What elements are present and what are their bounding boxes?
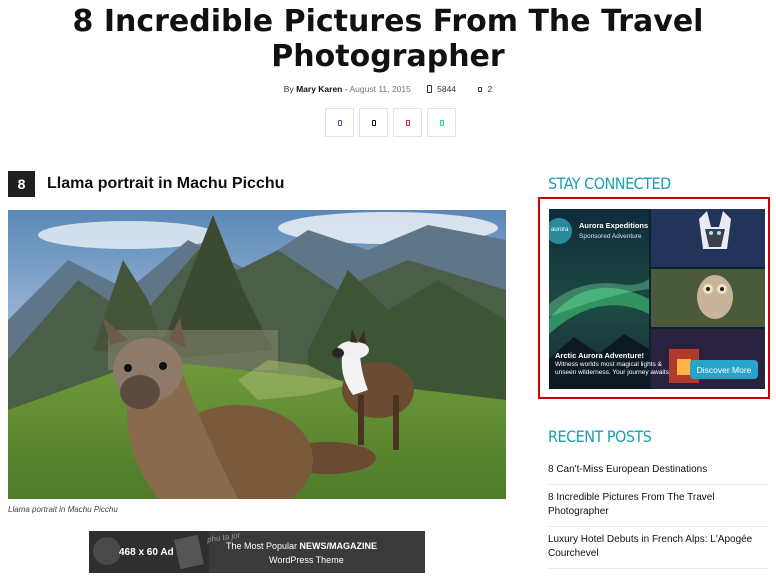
ad-advertiser: Aurora Expeditions — [579, 221, 649, 230]
discover-more-button[interactable]: Discover More — [690, 360, 758, 379]
stay-connected-heading: STAY CONNECTED — [548, 174, 671, 193]
facebook-icon — [337, 119, 342, 126]
ad-logo-text: aurora — [551, 227, 569, 233]
share-facebook-button[interactable] — [325, 108, 354, 137]
step-heading: Llama portrait in Machu Picchu — [47, 175, 285, 192]
recent-posts-list: 8 Can't-Miss European Destinations 8 Inc… — [548, 458, 768, 569]
post-date: August 11, 2015 — [349, 84, 411, 94]
recent-post-link[interactable]: 8 Incredible Pictures From The Travel Ph… — [548, 485, 768, 527]
ad-headline: The Most Popular NEWS/MAGAZINE — [226, 541, 378, 551]
banner-ad[interactable]: 468 x 60 Ad phu ta jor The Most Popular … — [89, 531, 425, 573]
sponsored-ad-frame: aurora Aurora Expeditions Sponsored Adve… — [538, 197, 770, 399]
eye-icon — [427, 85, 433, 93]
step-number: 8 — [8, 171, 35, 197]
share-buttons — [325, 108, 456, 137]
comment-icon — [478, 87, 483, 92]
photo-caption: Llama portrait in Machu Picchu — [8, 505, 118, 514]
comment-count[interactable]: 2 — [487, 84, 492, 94]
view-count: 5844 — [437, 84, 457, 94]
ad-size-label: 468 x 60 Ad — [119, 547, 174, 558]
share-pinterest-button[interactable] — [393, 108, 422, 137]
ad-subline: WordPress Theme — [269, 555, 344, 565]
recent-posts-heading: RECENT POSTS — [548, 427, 652, 446]
sponsored-ad[interactable]: aurora Aurora Expeditions Sponsored Adve… — [549, 209, 765, 389]
article-meta: By Mary Karen - August 11, 2015 5844 2 — [0, 84, 776, 94]
llama-photo — [8, 210, 506, 499]
whatsapp-icon — [439, 119, 444, 126]
meta-separator: - — [344, 84, 348, 94]
by-label: By — [283, 84, 294, 94]
pinterest-icon — [405, 119, 410, 126]
recent-post-link[interactable]: Luxury Hotel Debuts in French Alps: L'Ap… — [548, 527, 768, 569]
share-twitter-button[interactable] — [359, 108, 388, 137]
share-whatsapp-button[interactable] — [427, 108, 456, 137]
article-title: 8 Incredible Pictures From The Travel Ph… — [72, 4, 704, 74]
ad-label: Sponsored Adventure — [579, 233, 642, 240]
author-link[interactable]: Mary Karen — [296, 84, 342, 94]
ad-headline: Arctic Aurora Adventure! — [555, 351, 645, 360]
recent-post-link[interactable]: 8 Can't-Miss European Destinations — [548, 458, 768, 485]
ad-body: Witness worlds most magical lights & uns… — [555, 361, 669, 376]
twitter-icon — [371, 119, 376, 126]
